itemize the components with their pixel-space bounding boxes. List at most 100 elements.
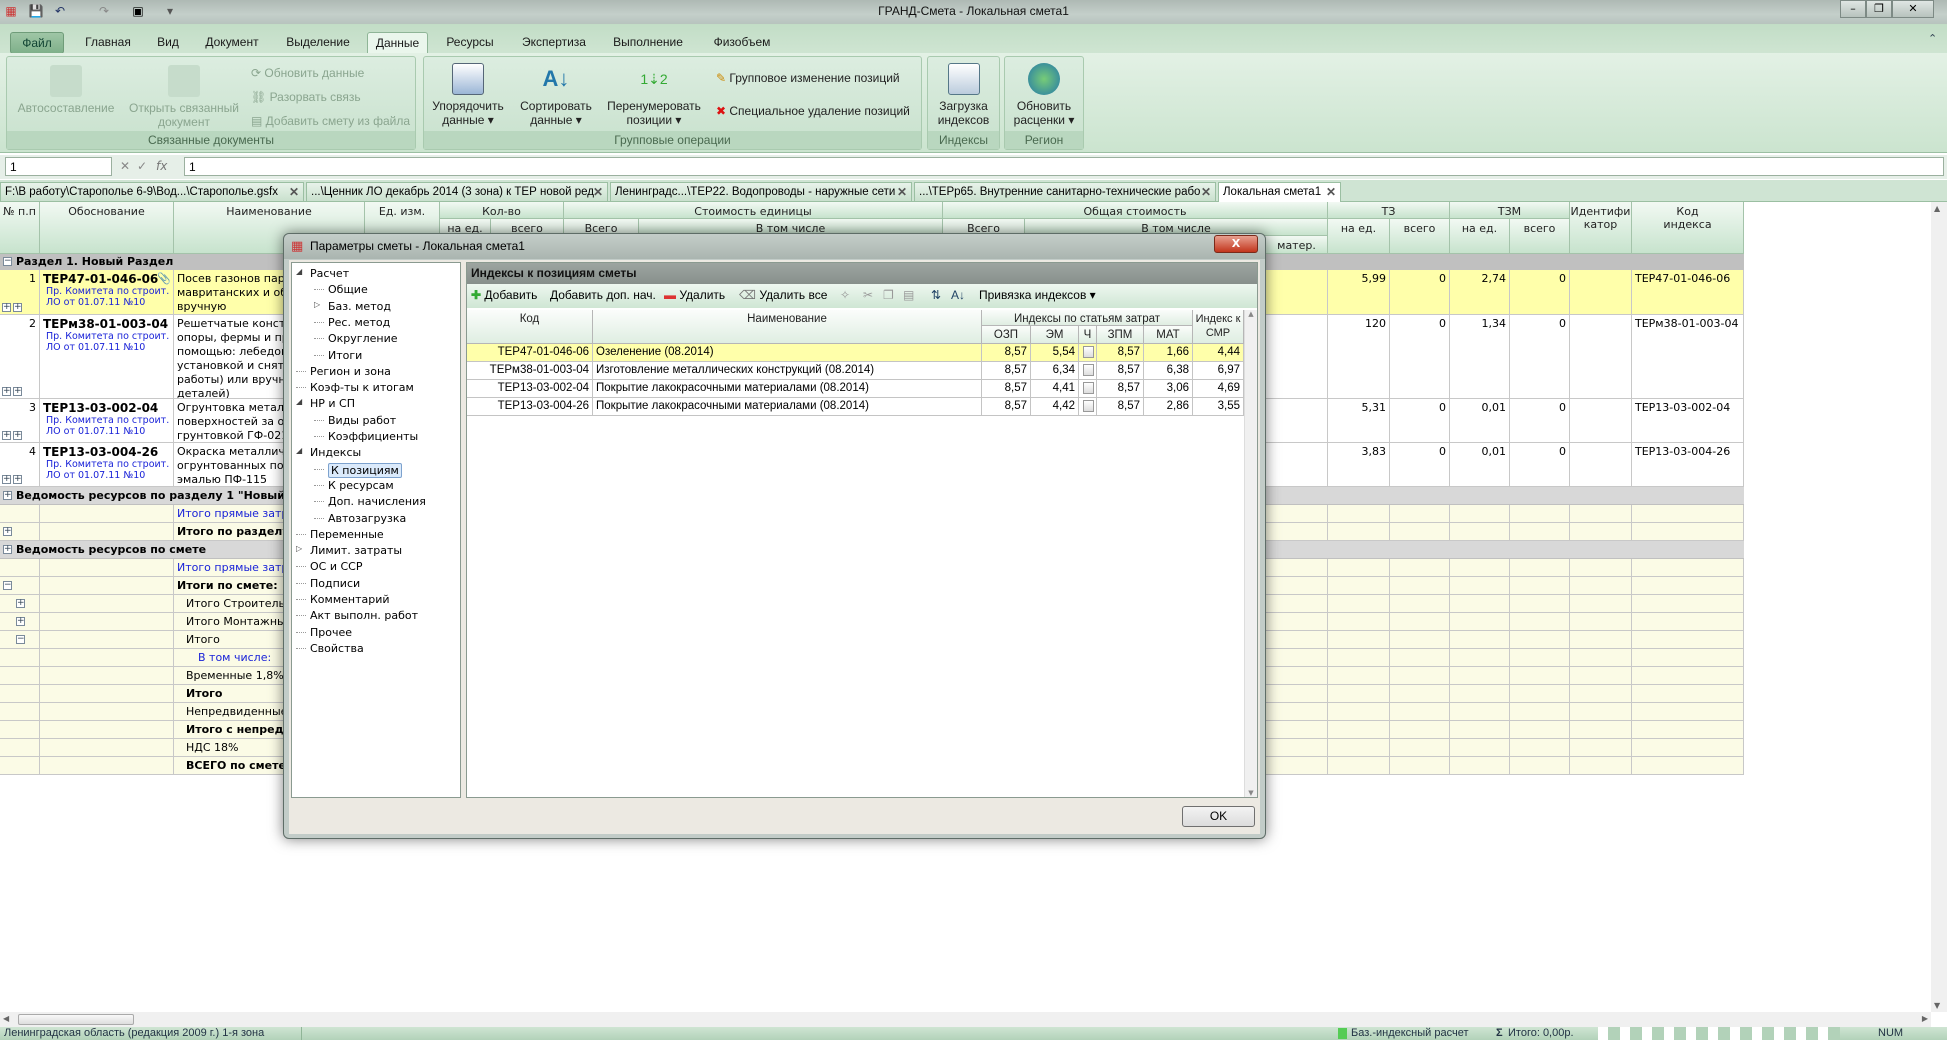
index-cell-ch[interactable] (1079, 398, 1097, 416)
tab-document[interactable]: Документ (196, 32, 268, 54)
tree-expander-icon[interactable]: ▷ (314, 300, 320, 309)
expand-icon[interactable]: + (13, 387, 22, 396)
grid-cell[interactable] (1450, 739, 1510, 757)
tab-physical-volume[interactable]: Физобъем (702, 32, 782, 54)
grid-cell[interactable] (1328, 523, 1390, 541)
grid-cell[interactable]: 2,74 (1450, 270, 1510, 315)
toggle-icon[interactable]: + (16, 617, 25, 626)
index-cell-zpm[interactable]: 8,57 (1097, 398, 1144, 416)
index-row[interactable]: ТЕР13-03-002-04 Покрытие лакокрасочными м… (467, 380, 1244, 398)
grid-cell[interactable] (0, 685, 40, 703)
grid-cell[interactable] (0, 721, 40, 739)
grid-cell[interactable] (1570, 757, 1632, 775)
grid-cell[interactable] (1450, 577, 1510, 595)
index-cell-zpm[interactable]: 8,57 (1097, 362, 1144, 380)
load-indexes-button[interactable]: Загрузка индексов (928, 63, 999, 127)
tab-resources[interactable]: Ресурсы (438, 32, 502, 54)
grid-cell[interactable] (1632, 577, 1744, 595)
grid-cell[interactable] (40, 739, 174, 757)
tree-item[interactable]: Доп. начисления (328, 495, 426, 508)
index-cell-em[interactable]: 6,34 (1031, 362, 1079, 380)
close-tab-icon[interactable]: ✕ (593, 185, 603, 199)
grid-cell[interactable] (1450, 757, 1510, 775)
position-source[interactable]: Пр. Комитета по строит. ЛО от 01.07.11 №… (43, 331, 170, 353)
grid-cell[interactable]: 5,99 (1328, 270, 1390, 315)
toggle-icon[interactable]: − (3, 581, 12, 590)
grid-cell[interactable] (1570, 613, 1632, 631)
grid-cell[interactable] (1510, 559, 1570, 577)
header-identifier[interactable]: Идентифи катор (1570, 202, 1632, 254)
tab-file[interactable]: Файл (10, 32, 64, 54)
tab-data[interactable]: Данные (367, 32, 428, 54)
grid-cell[interactable] (40, 685, 174, 703)
cell-reference-input[interactable]: 1 (5, 157, 112, 176)
position-code[interactable]: ТЕР13-03-002-04 (43, 401, 170, 415)
grid-cell[interactable] (1510, 595, 1570, 613)
toggle-icon[interactable]: + (16, 599, 25, 608)
header-tz-total[interactable]: всего (1390, 219, 1450, 254)
maximize-button[interactable]: ❐ (1866, 0, 1892, 18)
close-tab-icon[interactable]: ✕ (1201, 185, 1211, 199)
tree-item[interactable]: Рес. метод (328, 316, 390, 329)
tree-item[interactable]: Индексы (310, 446, 361, 459)
grid-cell[interactable] (1570, 399, 1632, 443)
col-em[interactable]: ЭМ (1031, 326, 1079, 344)
col-code[interactable]: Код (467, 310, 593, 344)
fx-icon[interactable]: fx (156, 159, 167, 173)
expand-icon[interactable]: + (3, 545, 12, 554)
grid-cell[interactable] (1510, 523, 1570, 541)
grid-cell[interactable] (1510, 685, 1570, 703)
table-vertical-scrollbar[interactable]: ▲ ▼ (1244, 310, 1257, 797)
grid-cell[interactable] (1328, 685, 1390, 703)
tree-item[interactable]: К позициям (328, 462, 402, 478)
scroll-down-icon[interactable]: ▼ (1934, 1001, 1940, 1010)
index-cell-name[interactable]: Покрытие лакокрасочными материалами (08.… (593, 380, 982, 398)
col-smr-index[interactable]: Индекс к СМР (1193, 310, 1244, 344)
grid-cell[interactable] (1632, 739, 1744, 757)
scroll-up-icon[interactable]: ▲ (1934, 204, 1940, 213)
grid-cell[interactable] (1328, 739, 1390, 757)
position-code[interactable]: ТЕР47-01-046-06 (43, 272, 170, 286)
grid-cell[interactable] (1570, 523, 1632, 541)
grid-cell[interactable] (1632, 721, 1744, 739)
index-cell-smr[interactable]: 4,44 (1193, 344, 1244, 362)
grid-cell[interactable] (1632, 685, 1744, 703)
toggle-icon[interactable]: + (3, 527, 12, 536)
grid-cell[interactable] (1510, 721, 1570, 739)
tree-item[interactable]: Коэф-ты к итогам (310, 381, 414, 394)
expand-icon[interactable]: + (13, 303, 22, 312)
index-cell-name[interactable]: Изготовление металлических конструкций (… (593, 362, 982, 380)
grid-cell[interactable]: 0 (1390, 399, 1450, 443)
scroll-left-icon[interactable]: ◀ (3, 1014, 9, 1023)
grid-cell[interactable] (1632, 649, 1744, 667)
grid-cell[interactable] (40, 523, 174, 541)
index-cell-code[interactable]: ТЕР13-03-002-04 (467, 380, 593, 398)
grid-cell[interactable] (0, 757, 40, 775)
tree-item[interactable]: Общие (328, 283, 368, 296)
grid-cell[interactable] (1510, 613, 1570, 631)
grid-cell[interactable] (1328, 505, 1390, 523)
grid-cell[interactable] (1328, 667, 1390, 685)
grid-cell[interactable] (1510, 667, 1570, 685)
grid-cell[interactable]: 1,34 (1450, 315, 1510, 399)
group-change-button[interactable]: ✎ Групповое изменение позиций (716, 71, 900, 85)
add-estimate-from-file-button[interactable]: ▤ Добавить смету из файла (251, 114, 410, 128)
grid-cell[interactable] (1390, 685, 1450, 703)
index-cell-em[interactable]: 5,54 (1031, 344, 1079, 362)
grid-cell[interactable] (1450, 667, 1510, 685)
index-cell-name[interactable]: Озеленение (08.2014) (593, 344, 982, 362)
ch-checkbox[interactable] (1083, 364, 1094, 376)
grid-cell[interactable] (1570, 559, 1632, 577)
index-cell-mat[interactable]: 1,66 (1144, 344, 1193, 362)
add-extra-button[interactable]: Добавить доп. нач. (550, 288, 656, 302)
sort-numeric-icon[interactable]: ⇅ (931, 288, 941, 302)
grid-cell[interactable] (1570, 577, 1632, 595)
grid-cell[interactable] (1570, 649, 1632, 667)
grid-cell[interactable] (1390, 577, 1450, 595)
position-source[interactable]: Пр. Комитета по строит. ЛО от 01.07.11 №… (43, 415, 170, 437)
grid-cell[interactable]: 0 (1510, 315, 1570, 399)
tree-expander-icon[interactable]: ◢ (296, 397, 302, 406)
grid-cell[interactable] (1390, 667, 1450, 685)
grid-cell[interactable] (1450, 613, 1510, 631)
tree-item[interactable]: Комментарий (310, 593, 390, 606)
